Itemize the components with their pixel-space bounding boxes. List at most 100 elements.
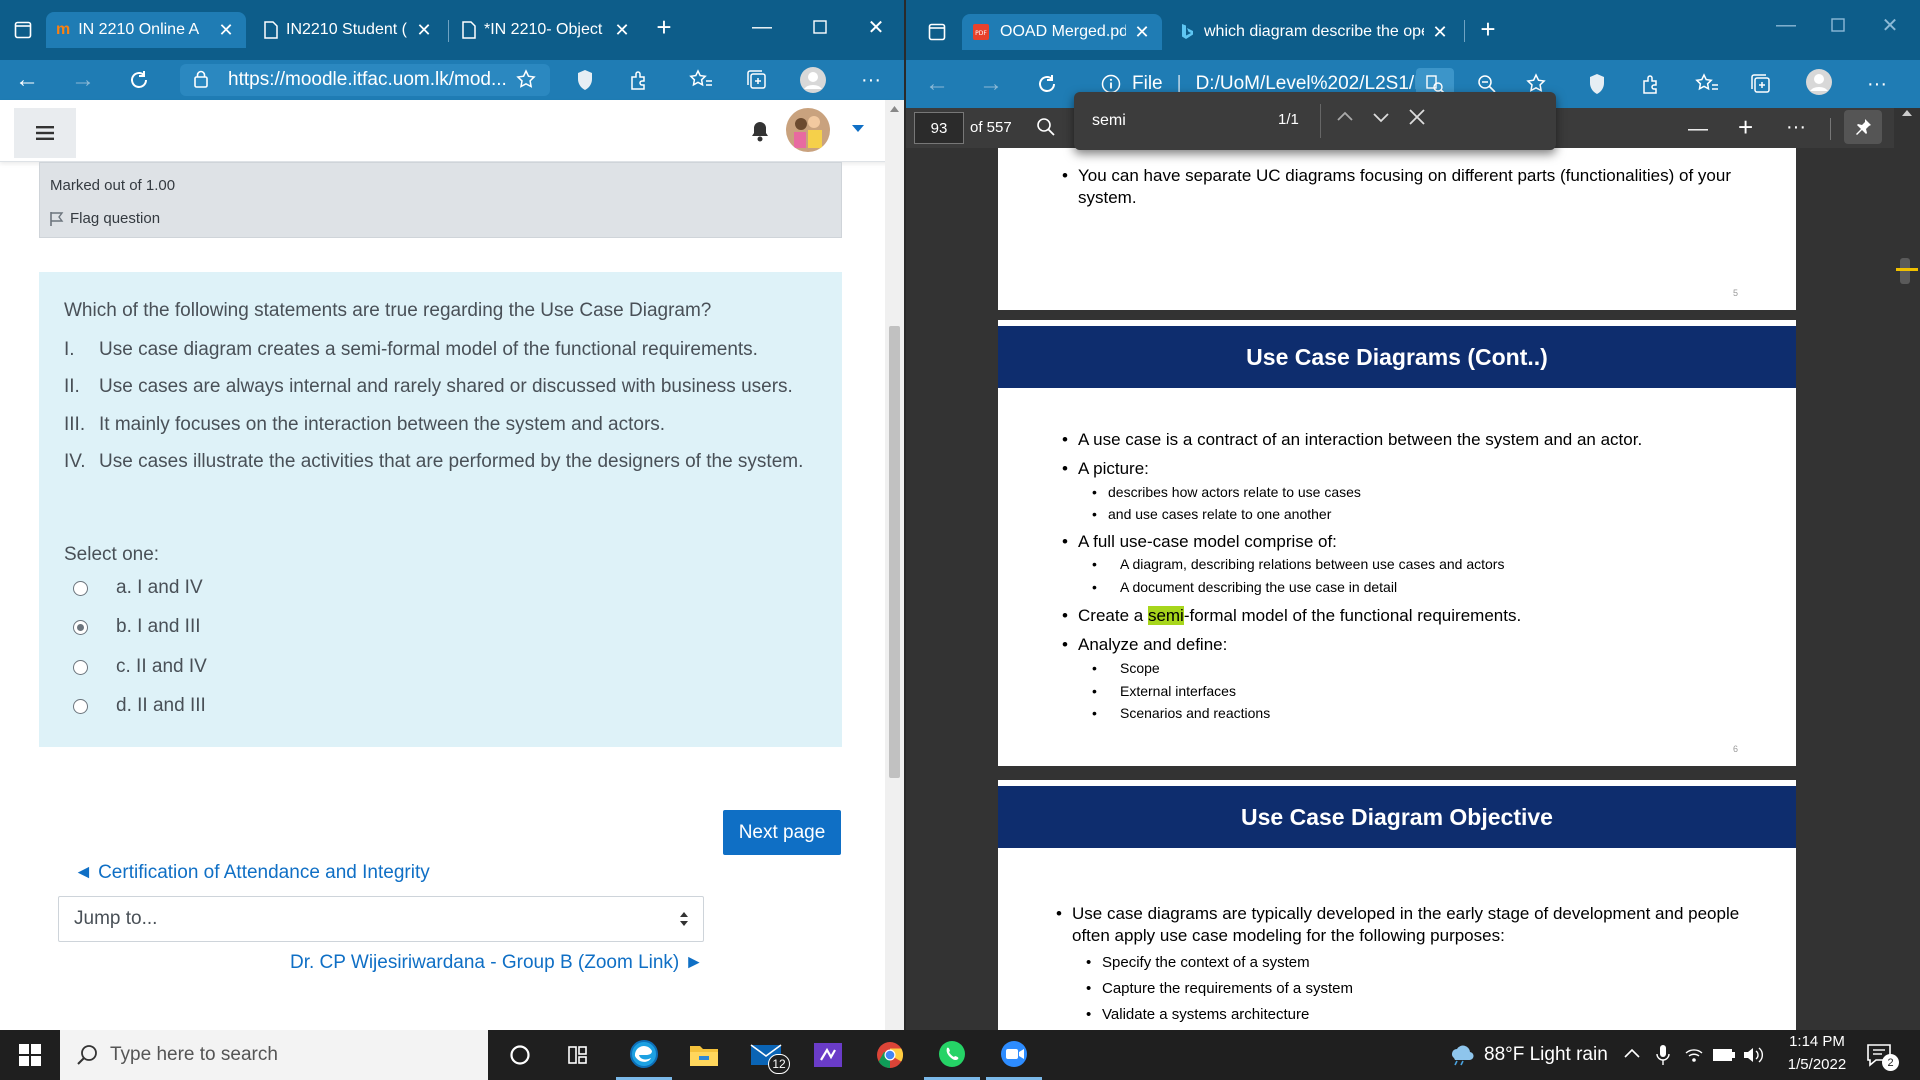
- close-find-icon[interactable]: [1408, 108, 1426, 126]
- tab-object[interactable]: *IN 2210- Object ✕: [452, 12, 642, 48]
- option-d[interactable]: d. II and III: [73, 694, 206, 718]
- whatsapp-icon[interactable]: [924, 1030, 980, 1080]
- favorites-icon[interactable]: [1692, 70, 1722, 98]
- tab-moodle-online[interactable]: m IN 2210 Online A ✕: [46, 12, 246, 48]
- profile-avatar-icon[interactable]: [798, 66, 828, 94]
- close-icon[interactable]: ✕: [612, 20, 632, 41]
- caret-down-icon[interactable]: [852, 125, 864, 133]
- minimize-icon[interactable]: —: [1766, 10, 1806, 40]
- radio-button[interactable]: [73, 659, 88, 675]
- radio-button[interactable]: [73, 698, 88, 714]
- hamburger-menu-button[interactable]: [14, 108, 76, 158]
- left-scrollbar-thumb[interactable]: [889, 326, 900, 778]
- more-tools-icon[interactable]: ···: [1786, 116, 1806, 139]
- option-label[interactable]: b. I and III: [116, 616, 201, 638]
- option-b[interactable]: b. I and III: [73, 615, 201, 639]
- next-activity-link[interactable]: Dr. CP Wijesiriwardana - Group B (Zoom L…: [290, 952, 703, 974]
- profile-avatar-icon[interactable]: [1804, 68, 1834, 96]
- task-view-icon[interactable]: [552, 1030, 608, 1080]
- add-favorite-icon[interactable]: [512, 66, 542, 94]
- previous-activity-link[interactable]: ◄ Certification of Attendance and Integr…: [74, 862, 430, 884]
- refresh-icon[interactable]: [1032, 70, 1062, 98]
- maximize-icon[interactable]: [800, 12, 840, 42]
- maximize-icon[interactable]: [1818, 10, 1858, 40]
- back-icon[interactable]: ←: [12, 66, 42, 94]
- pdf-viewer[interactable]: • You can have separate UC diagrams focus…: [906, 148, 1904, 1030]
- tab-student[interactable]: IN2210 Student ( ✕: [254, 12, 444, 48]
- notification-bell-icon[interactable]: [750, 120, 770, 142]
- chevron-up-icon[interactable]: [1624, 1048, 1640, 1058]
- more-menu-icon[interactable]: ···: [856, 66, 886, 94]
- close-icon[interactable]: ✕: [216, 20, 236, 41]
- tab-actions-icon[interactable]: [8, 16, 38, 44]
- find-input[interactable]: semi: [1082, 102, 1412, 140]
- notifications-icon[interactable]: 2: [1866, 1042, 1899, 1071]
- right-scrollbar-thumb[interactable]: [1900, 258, 1910, 284]
- back-icon[interactable]: ←: [922, 70, 952, 98]
- option-a[interactable]: a. I and IV: [73, 576, 203, 600]
- edge-browser-icon[interactable]: [616, 1030, 672, 1080]
- minimize-icon[interactable]: —: [742, 12, 782, 42]
- option-label[interactable]: d. II and III: [116, 695, 206, 717]
- windows-start-icon[interactable]: [2, 1030, 58, 1080]
- option-label[interactable]: c. II and IV: [116, 656, 207, 678]
- pin-toolbar-button[interactable]: [1844, 110, 1882, 144]
- page-number-input[interactable]: 93: [914, 112, 964, 144]
- flag-question-link[interactable]: Flag question: [50, 210, 160, 227]
- next-page-button[interactable]: Next page: [723, 810, 841, 855]
- zoom-out-button[interactable]: —: [1688, 118, 1708, 141]
- forward-icon[interactable]: →: [976, 70, 1006, 98]
- user-avatar[interactable]: [786, 108, 830, 152]
- find-previous-icon[interactable]: [1336, 110, 1354, 122]
- search-icon[interactable]: [1036, 117, 1056, 137]
- vs-icon[interactable]: [800, 1030, 856, 1080]
- extensions-icon[interactable]: [1636, 70, 1666, 98]
- close-icon[interactable]: ✕: [1430, 22, 1450, 43]
- taskbar-search-box[interactable]: Type here to search: [60, 1030, 488, 1080]
- extensions-icon[interactable]: [624, 66, 654, 94]
- radio-button[interactable]: [73, 580, 88, 596]
- jump-to-select[interactable]: Jump to...: [58, 896, 704, 942]
- left-scrollbar[interactable]: [885, 100, 904, 1030]
- scroll-up-icon[interactable]: [1902, 110, 1912, 116]
- volume-icon[interactable]: [1742, 1045, 1764, 1065]
- collections-icon[interactable]: [742, 66, 772, 94]
- option-c[interactable]: c. II and IV: [73, 655, 207, 679]
- weather-icon[interactable]: [1448, 1044, 1474, 1066]
- collections-icon[interactable]: [1746, 70, 1776, 98]
- new-tab-icon[interactable]: +: [1468, 14, 1508, 44]
- shield-icon[interactable]: [1582, 70, 1612, 98]
- url-field[interactable]: https://moodle.itfac.uom.lk/mod...: [180, 64, 550, 96]
- close-icon[interactable]: ✕: [1132, 22, 1152, 43]
- chrome-icon[interactable]: [862, 1030, 918, 1080]
- file-explorer-icon[interactable]: [676, 1030, 732, 1080]
- zoom-in-button[interactable]: +: [1738, 112, 1753, 143]
- forward-icon[interactable]: →: [68, 66, 98, 94]
- option-label[interactable]: a. I and IV: [116, 577, 203, 599]
- tab-pdf[interactable]: PDF OOAD Merged.pdf ✕: [962, 14, 1162, 50]
- clock-date[interactable]: 1/5/2022: [1780, 1056, 1854, 1073]
- new-tab-icon[interactable]: +: [644, 12, 684, 42]
- microphone-icon[interactable]: [1656, 1044, 1670, 1066]
- close-window-icon[interactable]: ✕: [1870, 10, 1910, 40]
- weather-text[interactable]: 88°F Light rain: [1484, 1044, 1608, 1066]
- cortana-icon[interactable]: [492, 1030, 548, 1080]
- network-icon[interactable]: [1684, 1046, 1704, 1064]
- refresh-icon[interactable]: [124, 66, 154, 94]
- right-scrollbar[interactable]: [1894, 108, 1920, 1030]
- favorites-icon[interactable]: [686, 66, 716, 94]
- mail-icon[interactable]: 12: [738, 1030, 794, 1080]
- bullet-line: Validate a systems architecture: [1102, 1006, 1310, 1023]
- close-window-icon[interactable]: ✕: [856, 12, 896, 42]
- scroll-up-icon[interactable]: [890, 106, 899, 112]
- close-icon[interactable]: ✕: [414, 20, 434, 41]
- shield-icon[interactable]: [570, 66, 600, 94]
- tab-actions-icon[interactable]: [922, 18, 952, 46]
- radio-button-selected[interactable]: [73, 619, 88, 635]
- tab-bing-search[interactable]: which diagram describe the oper ✕: [1170, 14, 1460, 50]
- more-menu-icon[interactable]: ···: [1862, 70, 1892, 98]
- clock-time[interactable]: 1:14 PM: [1784, 1033, 1850, 1050]
- find-next-icon[interactable]: [1372, 112, 1390, 124]
- battery-icon[interactable]: [1712, 1048, 1736, 1062]
- zoom-app-icon[interactable]: [986, 1030, 1042, 1080]
